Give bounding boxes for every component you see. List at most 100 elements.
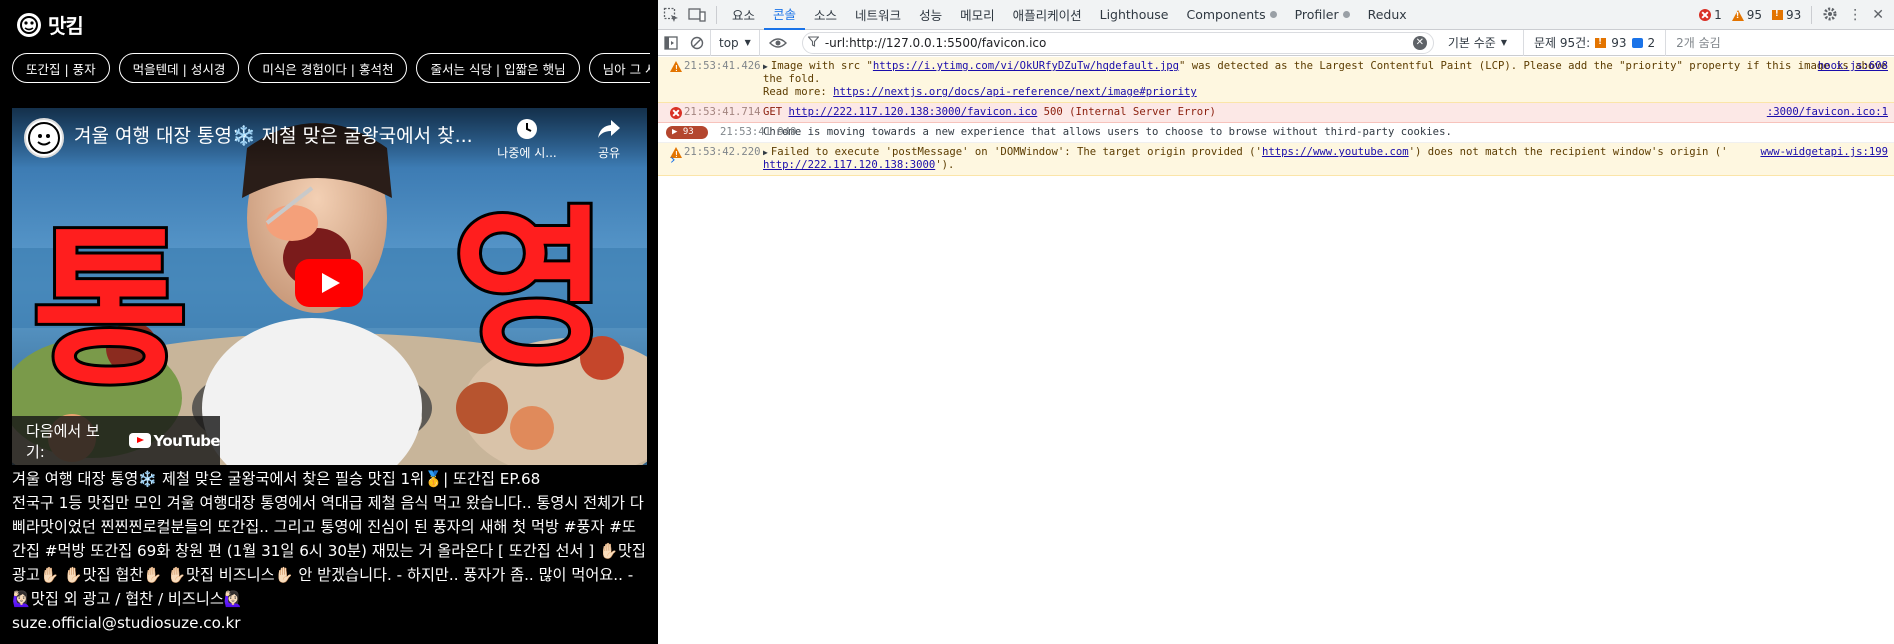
tab-sources[interactable]: 소스	[805, 0, 846, 30]
live-expression-eye-icon[interactable]	[760, 30, 796, 56]
channel-chip[interactable]: 미식은 경험이다 | 홍석천	[248, 53, 408, 83]
thumb-text-right: 영	[452, 191, 608, 389]
console-prompt-icon[interactable]: ›	[670, 152, 676, 168]
share-button[interactable]: 공유	[579, 118, 639, 161]
chevron-down-icon: ▼	[1500, 38, 1507, 47]
channel-chip[interactable]: 또간집 | 풍자	[12, 53, 110, 83]
watch-later-button[interactable]: 나중에 시...	[497, 118, 557, 161]
warning-icon	[670, 61, 682, 75]
hidden-count: 2개 숨김	[1665, 29, 1721, 56]
error-icon	[1699, 9, 1712, 21]
sidebar-toggle-icon[interactable]	[658, 30, 684, 56]
message-link[interactable]: http://222.117.120.138:3000	[763, 159, 935, 171]
youtube-logo: YouTube	[128, 432, 221, 450]
extension-icon	[1269, 11, 1277, 18]
log-levels-dropdown[interactable]: 기본 수준 ▼	[1448, 34, 1507, 51]
message-timestamp: 21:53:42.220	[684, 146, 761, 158]
tab-elements[interactable]: 요소	[723, 0, 764, 30]
message-text: ') does not match the recipient window's…	[1408, 146, 1728, 158]
watch-later-label: 나중에 시...	[497, 146, 557, 160]
tab-components[interactable]: Components	[1178, 0, 1286, 30]
message-text: ').	[935, 159, 955, 171]
channel-chip[interactable]: 님아 그 시장을 가	[588, 53, 650, 83]
log-levels-value: 기본 수준	[1447, 36, 1496, 50]
console-filter-input[interactable]	[824, 35, 1385, 50]
devtools-status-counts: 1 95 93 ⋮ ✕	[1699, 0, 1884, 30]
warning-count-value: 95	[1746, 8, 1762, 22]
logo-text: 맛킴	[48, 14, 84, 38]
console-message-warning[interactable]: 21:53:41.426 ▶Image with src "https://i.…	[658, 57, 1894, 103]
error-count[interactable]: 1	[1699, 8, 1722, 22]
message-timestamp: 21:53:41.714	[684, 106, 761, 118]
message-text: Read more:	[763, 86, 834, 98]
channel-chip[interactable]: 줄서는 식당 | 입짧은 햇님	[416, 53, 580, 83]
channel-avatar[interactable]	[24, 118, 64, 158]
console-message-warning[interactable]: 21:53:42.220 ▶Failed to execute 'postMes…	[658, 143, 1894, 176]
description-email: suze.official@studiosuze.co.kr	[12, 614, 241, 632]
context-selector[interactable]: top ▼	[710, 29, 760, 56]
chevron-down-icon: ▼	[744, 38, 751, 47]
settings-gear-icon[interactable]	[1822, 6, 1838, 25]
message-source-link[interactable]: :3000/favicon.ico:1	[1767, 106, 1888, 119]
message-text: Image with src "	[770, 60, 873, 72]
play-button[interactable]	[295, 259, 363, 307]
expand-triangle-icon[interactable]: ▶	[763, 146, 768, 159]
tab-lighthouse[interactable]: Lighthouse	[1091, 0, 1178, 30]
description-body: 전국구 1등 맛집만 모인 겨울 여행대장 통영에서 역대급 제철 음식 먹고 …	[12, 494, 646, 608]
tab-redux[interactable]: Redux	[1359, 0, 1416, 30]
repeat-count-badge: ▶ 93	[666, 126, 708, 139]
clear-filter-icon[interactable]: ✕	[1412, 35, 1427, 50]
tab-application[interactable]: 애플리케이션	[1004, 0, 1091, 30]
filter-input-wrapper: ✕	[801, 31, 1434, 54]
close-devtools-icon[interactable]: ✕	[1872, 7, 1884, 23]
device-toolbar-icon[interactable]	[684, 0, 710, 30]
description-title-line: 겨울 여행 대장 통영❄️ 제철 맞은 굴왕국에서 찾은 필승 맛집 1위🥇| …	[12, 470, 541, 488]
message-link[interactable]: http://222.117.120.138:3000/favicon.ico	[789, 106, 1038, 118]
issues-count[interactable]: 93	[1771, 8, 1801, 22]
issue-info-icon	[1631, 37, 1643, 48]
tab-components-label: Components	[1186, 7, 1266, 22]
warning-icon	[1731, 9, 1744, 21]
error-icon	[670, 107, 682, 119]
share-label: 공유	[597, 146, 621, 160]
issues-warning-count: 93	[1611, 35, 1627, 50]
share-icon	[598, 120, 620, 138]
clock-icon	[517, 119, 537, 139]
repeat-count: 93	[682, 127, 694, 137]
issues-link[interactable]: 문제 95건: 93 2	[1522, 29, 1655, 56]
message-source-link[interactable]: www-widgetapi.js:199	[1760, 146, 1888, 159]
issues-label: 문제 95건:	[1533, 36, 1591, 50]
context-value: top	[719, 35, 739, 50]
expand-triangle-icon[interactable]: ▶	[763, 60, 768, 73]
message-link[interactable]: https://i.ytimg.com/vi/OkURfyDZuTw/hqdef…	[873, 60, 1179, 72]
tab-performance[interactable]: 성능	[910, 0, 951, 30]
thumb-text-left: 통	[32, 211, 188, 409]
tab-memory[interactable]: 메모리	[951, 0, 1004, 30]
issue-warning-icon	[1595, 37, 1607, 48]
more-options-icon[interactable]: ⋮	[1848, 8, 1862, 22]
app-logo[interactable]: 맛킴	[16, 10, 84, 39]
extension-icon	[1342, 11, 1350, 18]
error-count-value: 1	[1714, 8, 1722, 22]
channel-chip[interactable]: 먹을텐데 | 성시경	[118, 53, 240, 83]
tab-network[interactable]: 네트워크	[846, 0, 910, 30]
message-text: Chrome is moving towards a new experienc…	[763, 126, 1452, 138]
console-message-grouped[interactable]: ▶ 93 21:53:41.949 Chrome is moving towar…	[658, 123, 1894, 143]
devtools-panel: 요소 콘솔 소스 네트워크 성능 메모리 애플리케이션 Lighthouse C…	[658, 0, 1894, 644]
video-description: 겨울 여행 대장 통영❄️ 제철 맞은 굴왕국에서 찾은 필승 맛집 1위🥇| …	[12, 467, 647, 635]
filter-funnel-icon	[803, 35, 825, 50]
tab-profiler[interactable]: Profiler	[1286, 0, 1359, 30]
message-link[interactable]: https://www.youtube.com	[1262, 146, 1409, 158]
tab-console[interactable]: 콘솔	[764, 0, 806, 30]
message-timestamp: 21:53:41.426	[684, 60, 761, 72]
youtube-player[interactable]: 통 영 겨울 여행 대장 통영❄️ 제철 맞은 굴왕국에서 찾... 나중에 시…	[12, 108, 647, 465]
inspect-element-icon[interactable]	[658, 0, 684, 30]
clear-console-icon[interactable]	[684, 30, 710, 56]
watch-on-youtube-button[interactable]: 다음에서 보기: YouTube	[12, 416, 221, 465]
video-title[interactable]: 겨울 여행 대장 통영❄️ 제철 맞은 굴왕국에서 찾...	[74, 121, 474, 148]
console-message-error[interactable]: 21:53:41.714 GET http://222.117.120.138:…	[658, 103, 1894, 123]
message-link[interactable]: https://nextjs.org/docs/api-reference/ne…	[833, 86, 1197, 98]
warning-count[interactable]: 95	[1731, 8, 1762, 22]
message-source-link[interactable]: hook.js:608	[1818, 60, 1888, 73]
message-text: Failed to execute 'postMessage' on 'DOMW…	[770, 146, 1262, 158]
